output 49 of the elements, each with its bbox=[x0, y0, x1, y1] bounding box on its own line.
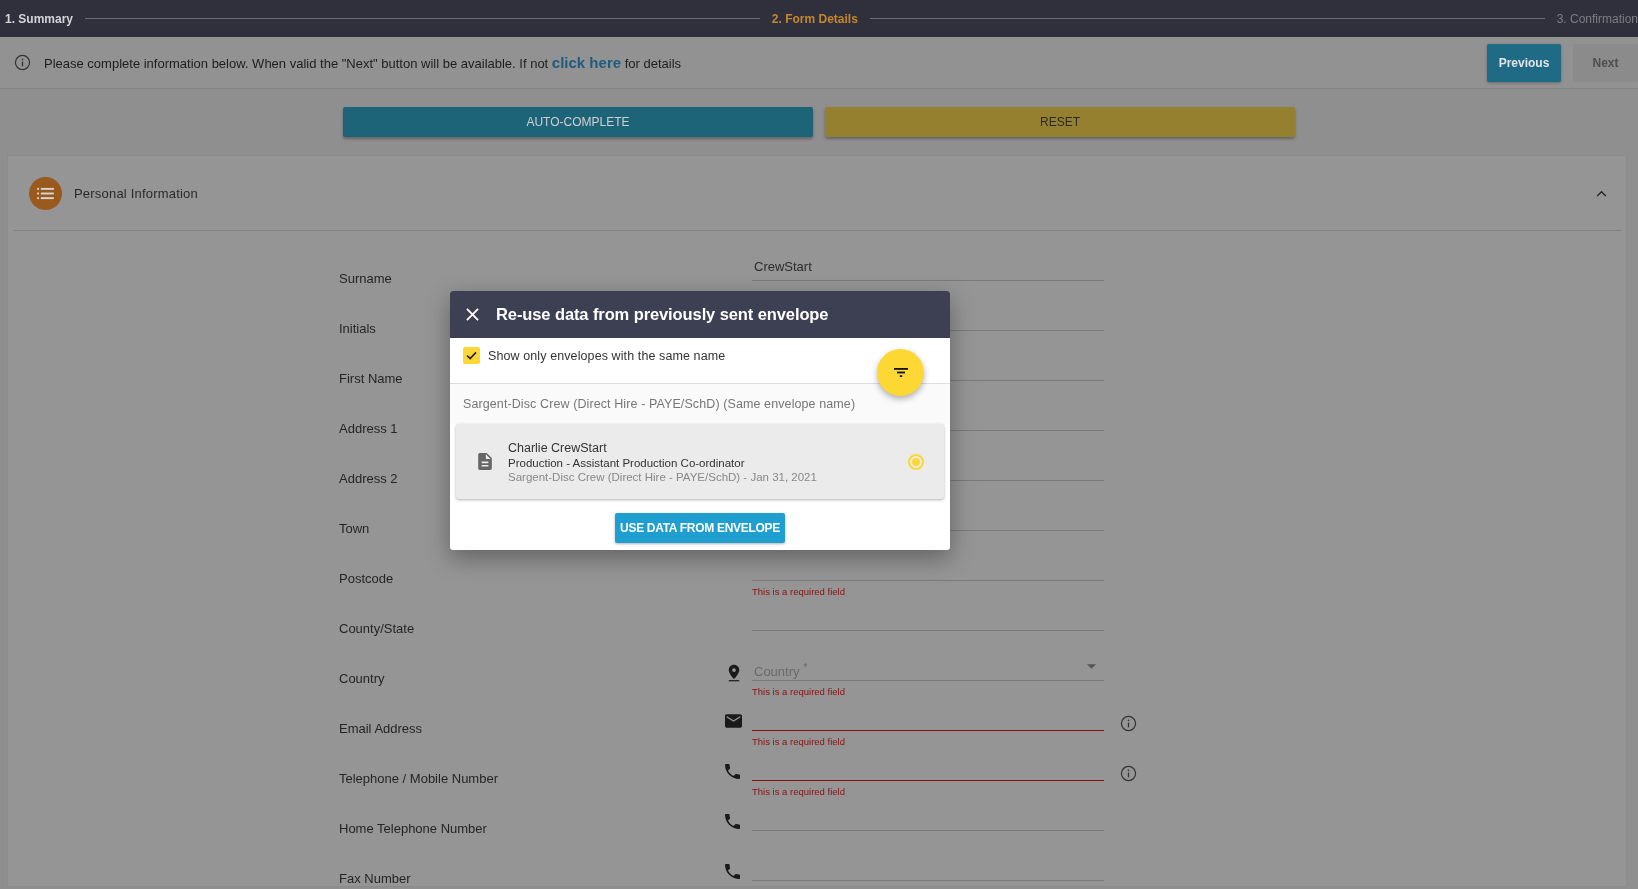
field-label: Fax Number bbox=[339, 869, 411, 886]
action-button[interactable]: RESET bbox=[825, 107, 1295, 137]
envelope-item[interactable]: Charlie CrewStart Production - Assistant Production Co-ordinator Sargent-Disc Crew (Direct Hire - PAYE/SchD) - Jan 31, 2021 bbox=[456, 424, 944, 499]
error-message: This is a required field bbox=[752, 736, 846, 747]
checkbox[interactable] bbox=[463, 347, 480, 364]
envelope-details: Sargent-Disc Crew (Direct Hire - PAYE/SchD) - Jan 31, 2021 bbox=[508, 470, 818, 483]
group-header: Sargent-Disc Crew (Direct Hire - PAYE/SchD) (Same envelope name) bbox=[450, 384, 950, 424]
info-message: Please complete information below. When valid the "Next" button will be available. If not click here for details bbox=[44, 54, 683, 71]
field-label: Email Address bbox=[339, 719, 423, 736]
use-data-button[interactable]: USE DATA FROM ENVELOPE bbox=[615, 513, 785, 543]
dropdown-caret-icon bbox=[1087, 664, 1096, 669]
field-label: Surname bbox=[339, 269, 392, 286]
phone-icon bbox=[725, 814, 740, 829]
phone-icon bbox=[725, 764, 740, 779]
details-link[interactable]: click here bbox=[551, 54, 622, 71]
field-label: Address 2 bbox=[339, 469, 398, 486]
phone-icon bbox=[725, 864, 740, 879]
input-field[interactable]: CrewStart bbox=[752, 259, 1104, 281]
field-label: Telephone / Mobile Number bbox=[339, 769, 498, 786]
field-label: Town bbox=[339, 519, 370, 536]
dialog-title: Re-use data from previously sent envelope bbox=[496, 305, 829, 324]
chevron-up-icon[interactable] bbox=[1596, 189, 1607, 197]
error-message: This is a required field bbox=[752, 686, 846, 697]
error-message: This is a required field bbox=[752, 786, 846, 797]
envelope-name: Charlie CrewStart bbox=[508, 440, 608, 455]
radio-button[interactable] bbox=[908, 453, 924, 470]
mail-icon bbox=[725, 714, 742, 728]
action-button[interactable]: AUTO-COMPLETE bbox=[343, 107, 813, 137]
step-label: 3. Confirmation bbox=[1556, 11, 1638, 26]
filter-icon bbox=[893, 368, 908, 377]
field-label: Home Telephone Number bbox=[339, 819, 487, 836]
step-label: 2. Form Details bbox=[771, 11, 858, 26]
document-icon bbox=[478, 453, 492, 470]
step-label: 1. Summary bbox=[5, 11, 74, 26]
field-label: Address 1 bbox=[339, 419, 398, 436]
envelope-role: Production - Assistant Production Co-ordinator bbox=[508, 456, 746, 469]
field-label: Postcode bbox=[339, 569, 394, 586]
nav-button[interactable]: Previous bbox=[1487, 43, 1561, 82]
checkbox-label: Show only envelopes with the same name bbox=[488, 349, 726, 363]
field-label: Initials bbox=[339, 319, 376, 336]
section-title: Personal Information bbox=[74, 185, 199, 201]
list-lines-icon bbox=[37, 186, 54, 200]
field-label: First Name bbox=[339, 369, 403, 386]
close-icon[interactable] bbox=[466, 308, 479, 321]
field-label: Country bbox=[339, 669, 385, 686]
error-message: This is a required field bbox=[752, 586, 846, 597]
info-icon bbox=[14, 54, 31, 71]
check-icon bbox=[466, 351, 477, 360]
field-label: County/State bbox=[339, 619, 415, 636]
